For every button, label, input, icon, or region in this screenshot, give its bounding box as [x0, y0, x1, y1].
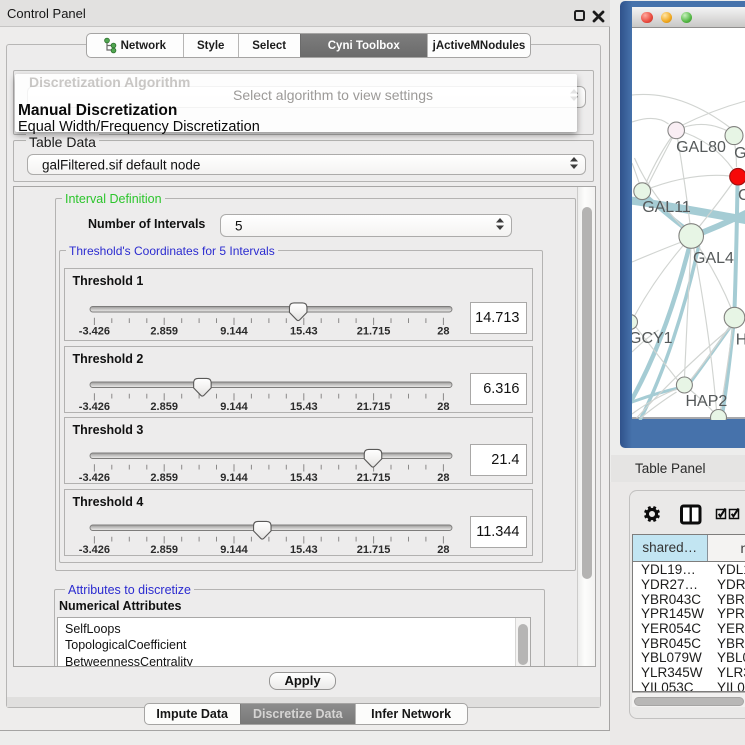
svg-text:21.715: 21.715	[356, 544, 390, 556]
svg-text:15.43: 15.43	[290, 326, 318, 338]
svg-text:21.715: 21.715	[356, 326, 390, 338]
svg-text:15.43: 15.43	[290, 401, 318, 413]
svg-text:28: 28	[437, 326, 449, 338]
svg-text:HAP2: HAP2	[685, 393, 727, 410]
svg-text:GAL80: GAL80	[676, 139, 726, 156]
svg-text:15.43: 15.43	[290, 472, 318, 484]
svg-text:GCY1: GCY1	[632, 330, 673, 347]
svg-text:-3.426: -3.426	[78, 472, 109, 484]
svg-text:-3.426: -3.426	[78, 326, 109, 338]
svg-text:GA: GA	[734, 145, 745, 162]
svg-text:2.859: 2.859	[150, 401, 178, 413]
svg-text:GAL4: GAL4	[693, 250, 734, 267]
svg-text:9.144: 9.144	[220, 401, 248, 413]
svg-text:-3.426: -3.426	[78, 544, 109, 556]
svg-text:15.43: 15.43	[290, 544, 318, 556]
svg-text:9.144: 9.144	[220, 544, 248, 556]
svg-text:9.144: 9.144	[220, 472, 248, 484]
svg-text:9.144: 9.144	[220, 326, 248, 338]
svg-text:GAL11: GAL11	[642, 199, 691, 216]
svg-text:28: 28	[437, 472, 449, 484]
svg-text:28: 28	[437, 401, 449, 413]
svg-text:21.715: 21.715	[356, 472, 390, 484]
svg-text:2.859: 2.859	[150, 472, 178, 484]
svg-text:HA: HA	[735, 332, 745, 349]
svg-text:2.859: 2.859	[150, 326, 178, 338]
svg-text:CY: CY	[738, 187, 745, 204]
svg-text:2.859: 2.859	[150, 544, 178, 556]
svg-text:21.715: 21.715	[356, 401, 390, 413]
svg-text:-3.426: -3.426	[78, 401, 109, 413]
svg-text:28: 28	[437, 544, 449, 556]
